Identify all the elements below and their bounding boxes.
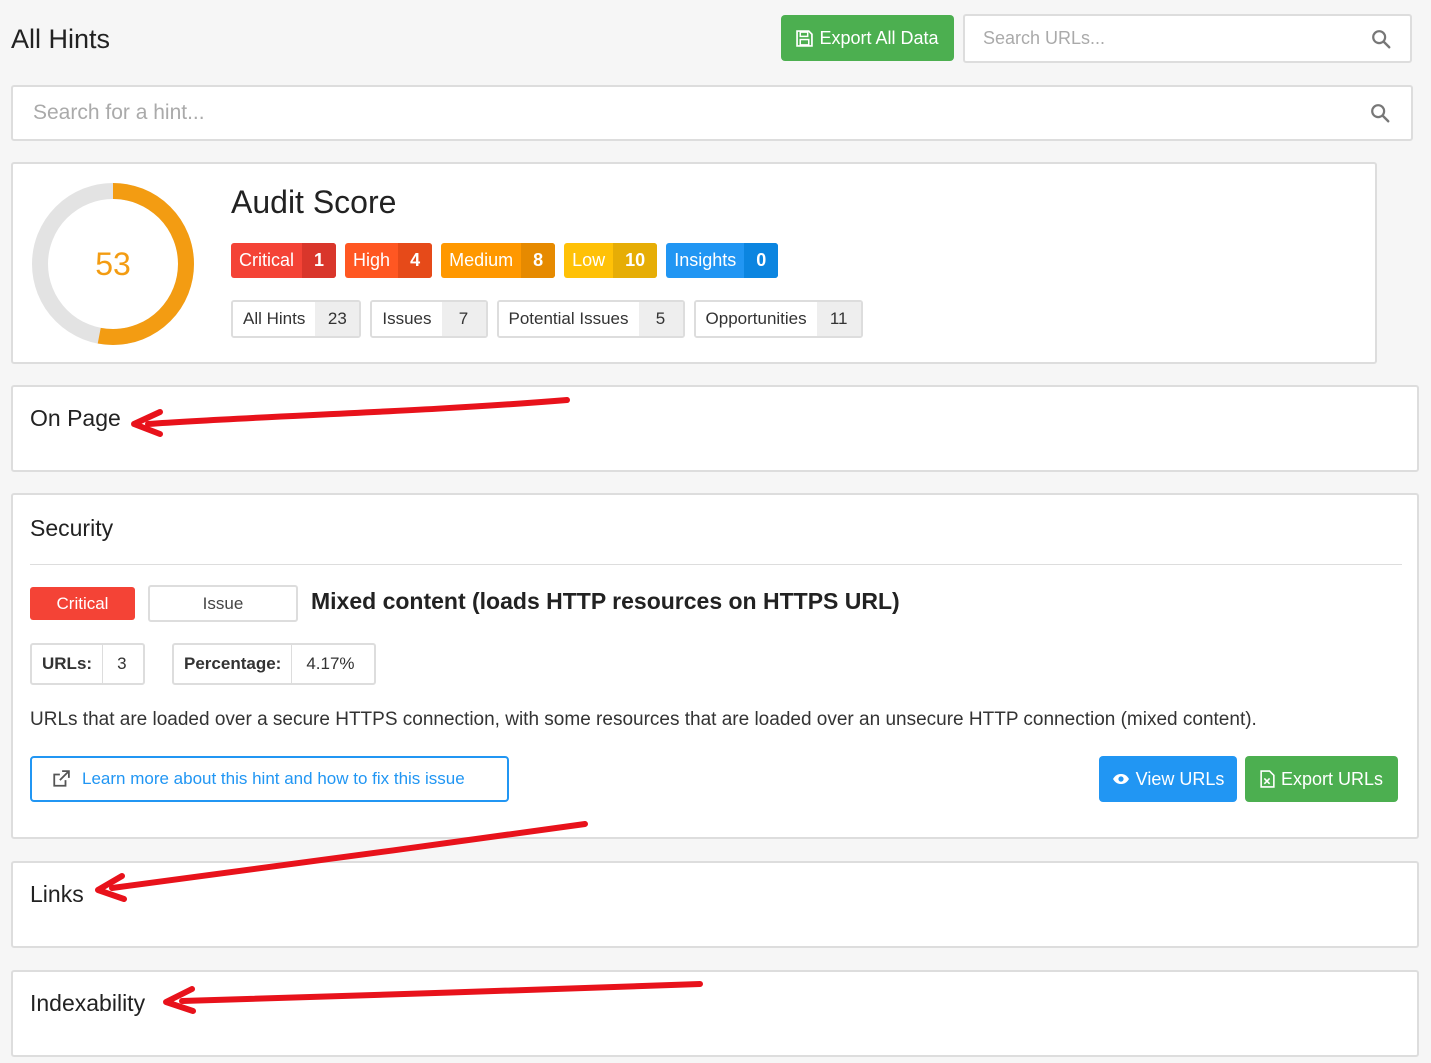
type-badge-issues[interactable]: Issues 7 xyxy=(370,300,488,338)
severity-badge-count: 10 xyxy=(613,243,658,278)
audit-score-value: 53 xyxy=(95,245,131,282)
severity-badge-label: Critical xyxy=(239,250,295,270)
export-all-data-button[interactable]: Export All Data xyxy=(781,15,954,61)
severity-badge-count: 4 xyxy=(398,243,433,278)
severity-badge-critical[interactable]: Critical 1 xyxy=(231,243,337,278)
severity-badge-count: 0 xyxy=(744,243,779,278)
type-badge-label: All Hints xyxy=(233,302,316,336)
hint-type-badges: All Hints 23 Issues 7 Potential Issues 5 Oppor… xyxy=(231,300,863,338)
hint-urls-stat: URLs: 3 xyxy=(30,643,145,685)
search-icon[interactable] xyxy=(1370,28,1392,50)
hint-urls-label: URLs: xyxy=(32,645,104,683)
url-search-input[interactable] xyxy=(983,28,1370,49)
view-urls-label: View URLs xyxy=(1135,768,1225,789)
severity-badge-medium[interactable]: Medium 8 xyxy=(441,243,556,278)
export-urls-label: Export URLs xyxy=(1280,768,1384,789)
type-badge-opportunities[interactable]: Opportunities 11 xyxy=(693,300,863,338)
hint-percentage-value: 4.17% xyxy=(306,654,355,673)
section-title-on-page: On Page xyxy=(30,405,121,431)
excel-file-icon xyxy=(1260,770,1275,788)
section-on-page[interactable]: On Page xyxy=(11,385,1419,472)
section-indexability[interactable]: Indexability xyxy=(11,970,1419,1057)
severity-badge-label: Insights xyxy=(674,250,737,270)
learn-more-label: Learn more about this hint and how to fi… xyxy=(82,769,465,788)
hint-type-badge: Issue xyxy=(148,585,298,622)
section-title-links: Links xyxy=(30,881,84,907)
audit-score-panel: 53 Audit Score Critical 1 High 4 Medium 8 Low 1… xyxy=(11,162,1377,364)
severity-badge-count: 1 xyxy=(302,243,337,278)
severity-badge-low[interactable]: Low 10 xyxy=(564,243,658,278)
export-urls-button[interactable]: Export URLs xyxy=(1245,756,1398,802)
hint-percentage-stat: Percentage: 4.17% xyxy=(172,643,376,685)
type-badge-label: Issues xyxy=(372,302,442,336)
page-title: All Hints xyxy=(11,24,111,54)
section-divider xyxy=(30,564,1402,565)
type-badge-count: 5 xyxy=(638,302,683,336)
export-all-data-label: Export All Data xyxy=(819,27,939,48)
type-badge-label: Potential Issues xyxy=(498,302,639,336)
type-badge-count: 23 xyxy=(315,302,360,336)
eye-icon xyxy=(1112,774,1129,784)
type-badge-all-hints[interactable]: All Hints 23 xyxy=(231,300,362,338)
section-title-indexability: Indexability xyxy=(30,990,146,1016)
hint-search-box[interactable] xyxy=(11,85,1413,141)
hint-percentage-label: Percentage: xyxy=(174,645,293,683)
severity-badge-label: Low xyxy=(572,250,606,270)
hint-description: URLs that are loaded over a secure HTTPS… xyxy=(30,709,1257,730)
section-security: Security Critical Issue Mixed content (l… xyxy=(11,493,1419,839)
section-title-security[interactable]: Security xyxy=(30,515,113,542)
type-badge-count: 11 xyxy=(816,302,861,336)
hint-severity-badge: Critical xyxy=(30,587,135,620)
hint-search-input[interactable] xyxy=(33,101,1369,125)
learn-more-link[interactable]: Learn more about this hint and how to fi… xyxy=(30,756,509,802)
search-icon[interactable] xyxy=(1369,102,1391,124)
severity-badge-label: High xyxy=(353,250,391,270)
type-badge-count: 7 xyxy=(441,302,486,336)
section-links[interactable]: Links xyxy=(11,861,1419,948)
severity-badges: Critical 1 High 4 Medium 8 Low 10 Insights 0 xyxy=(231,243,779,278)
external-link-icon xyxy=(53,770,70,787)
severity-badge-label: Medium xyxy=(449,250,514,270)
severity-badge-count: 8 xyxy=(521,243,556,278)
type-badge-potential-issues[interactable]: Potential Issues 5 xyxy=(496,300,685,338)
hint-urls-value: 3 xyxy=(117,654,127,673)
save-icon xyxy=(796,29,814,47)
severity-badge-high[interactable]: High 4 xyxy=(345,243,433,278)
audit-score-title: Audit Score xyxy=(231,184,397,220)
url-search-box[interactable] xyxy=(963,14,1412,63)
severity-badge-insights[interactable]: Insights 0 xyxy=(666,243,779,278)
hint-title: Mixed content (loads HTTP resources on H… xyxy=(311,588,900,614)
type-badge-label: Opportunities xyxy=(695,302,817,336)
view-urls-button[interactable]: View URLs xyxy=(1099,756,1237,802)
